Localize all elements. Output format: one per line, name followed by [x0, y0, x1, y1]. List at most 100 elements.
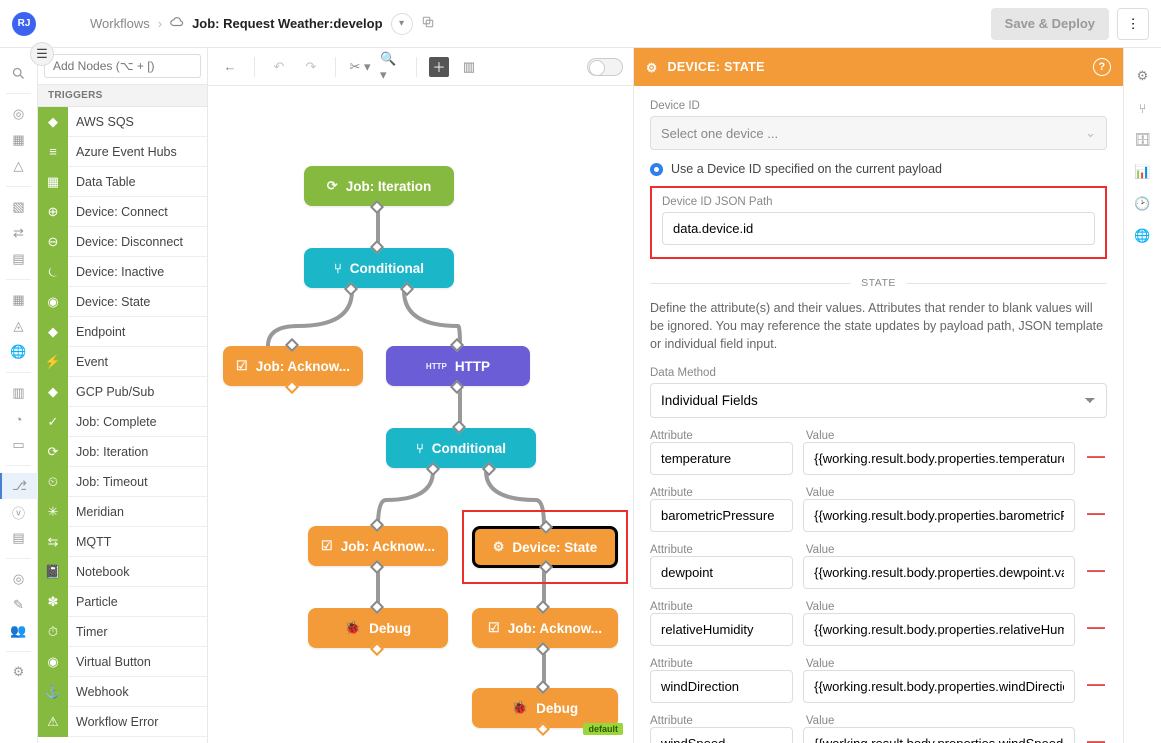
node-conditional-1[interactable]: ⑂Conditional — [304, 248, 454, 288]
rail-table-icon[interactable]: ▦ — [0, 287, 38, 313]
attr-col-header: Attribute — [650, 544, 796, 556]
json-path-input[interactable] — [662, 212, 1095, 245]
rail-workflow-icon[interactable]: ⎇ — [0, 473, 38, 499]
collapse-sidebar-button[interactable]: ☰ — [30, 42, 54, 66]
trigger-item[interactable]: ⊕Device: Connect — [38, 197, 207, 227]
rail-explore-icon[interactable]: ◬ — [0, 313, 38, 339]
node-job-ack-2[interactable]: ☑Job: Acknow... — [308, 526, 448, 566]
trigger-item[interactable]: ⚠Workflow Error — [38, 707, 207, 737]
trigger-item[interactable]: ◆GCP Pub/Sub — [38, 377, 207, 407]
node-debug-2[interactable]: 🐞Debug — [472, 688, 618, 728]
data-method-select[interactable]: Individual Fields — [650, 383, 1107, 418]
attribute-input[interactable] — [650, 670, 793, 703]
value-input[interactable] — [803, 499, 1075, 532]
redo-icon[interactable]: ↷ — [299, 55, 323, 79]
attribute-input[interactable] — [650, 613, 793, 646]
back-icon[interactable]: ← — [218, 55, 242, 79]
save-deploy-button[interactable]: Save & Deploy — [991, 8, 1109, 40]
rail-flow-icon[interactable]: ⇄ — [0, 220, 38, 246]
device-id-select[interactable]: Select one device ... ⌄ — [650, 116, 1107, 150]
git-branch-icon[interactable]: ⑂ — [1124, 92, 1161, 124]
database-icon[interactable]: 🗄 — [1124, 124, 1161, 156]
rail-components-icon[interactable]: ▦ — [0, 127, 38, 153]
remove-row-button[interactable]: — — [1085, 617, 1107, 646]
rail-calc-icon[interactable]: ▥ — [0, 380, 38, 406]
value-input[interactable] — [803, 727, 1075, 743]
remove-row-button[interactable]: — — [1085, 503, 1107, 532]
trigger-item[interactable]: ◉Device: State — [38, 287, 207, 317]
trigger-item[interactable]: ⊖Device: Disconnect — [38, 227, 207, 257]
trigger-item[interactable]: ≡Azure Event Hubs — [38, 137, 207, 167]
value-input[interactable] — [803, 556, 1075, 589]
rail-cpu-icon[interactable]: ▧ — [0, 194, 38, 220]
add-nodes-input[interactable] — [44, 54, 201, 78]
remove-row-button[interactable]: — — [1085, 731, 1107, 743]
trigger-item[interactable]: 📓Notebook — [38, 557, 207, 587]
branch-dropdown[interactable]: ▾ — [391, 13, 413, 35]
trigger-item[interactable]: ◆Endpoint — [38, 317, 207, 347]
attr-col-header: Attribute — [650, 487, 796, 499]
attribute-input[interactable] — [650, 727, 793, 743]
user-avatar[interactable]: RJ — [12, 12, 36, 36]
breadcrumb-root[interactable]: Workflows — [90, 16, 150, 31]
trigger-item[interactable]: ✽Particle — [38, 587, 207, 617]
trigger-item[interactable]: ◆AWS SQS — [38, 107, 207, 137]
undo-icon[interactable]: ↶ — [267, 55, 291, 79]
value-input[interactable] — [803, 442, 1075, 475]
attribute-input[interactable] — [650, 499, 793, 532]
attribute-input[interactable] — [650, 442, 793, 475]
cut-icon[interactable]: ✂ ▾ — [348, 55, 372, 79]
value-input[interactable] — [803, 670, 1075, 703]
minimap-icon[interactable]: ▥ — [457, 55, 481, 79]
branch-icon: ⑂ — [416, 441, 424, 456]
node-job-ack-1[interactable]: ☑Job: Acknow... — [223, 346, 363, 386]
node-job-iteration[interactable]: ⟳Job: Iteration — [304, 166, 454, 206]
node-device-state[interactable]: ⚙Device: State — [472, 526, 618, 568]
settings-icon[interactable]: ⚙ — [1124, 60, 1161, 92]
help-icon[interactable]: ? — [1093, 58, 1111, 76]
node-conditional-2[interactable]: ⑂Conditional — [386, 428, 536, 468]
trigger-item[interactable]: ⟳Job: Iteration — [38, 437, 207, 467]
rail-layers-icon[interactable]: ▤ — [0, 246, 38, 272]
rail-lab-icon[interactable]: ◎ — [0, 566, 38, 592]
trigger-item[interactable]: ✓Job: Complete — [38, 407, 207, 437]
rail-notebook-icon[interactable]: ▭ — [0, 432, 38, 458]
rail-settings-icon[interactable]: ⚙ — [0, 659, 38, 685]
use-payload-radio[interactable]: Use a Device ID specified on the current… — [650, 162, 1107, 176]
rail-storage-icon[interactable]: ▤ — [0, 525, 38, 551]
rail-version-icon[interactable]: ⓥ — [0, 499, 38, 525]
rail-wand-icon[interactable]: ✎ — [0, 592, 38, 618]
trigger-item[interactable]: ⏾Device: Inactive — [38, 257, 207, 287]
trigger-item[interactable]: ▦Data Table — [38, 167, 207, 197]
clock-icon[interactable]: 🕑 — [1124, 188, 1161, 220]
toggle-switch[interactable] — [587, 58, 623, 76]
node-http[interactable]: HTTPHTTP — [386, 346, 530, 386]
globe-icon[interactable]: 🌐 — [1124, 220, 1161, 252]
rail-globe-icon[interactable]: 🌐 — [0, 339, 38, 365]
node-debug-1[interactable]: 🐞Debug — [308, 608, 448, 648]
trigger-item[interactable]: ⚓Webhook — [38, 677, 207, 707]
remove-row-button[interactable]: — — [1085, 446, 1107, 475]
rail-alert-icon[interactable]: △ — [0, 153, 38, 179]
trigger-item[interactable]: ⚡Event — [38, 347, 207, 377]
copy-icon[interactable] — [421, 15, 435, 32]
rail-users-icon[interactable]: 👥 — [0, 618, 38, 644]
trigger-item[interactable]: ⏱Timer — [38, 617, 207, 647]
attribute-input[interactable] — [650, 556, 793, 589]
trigger-item[interactable]: ◉Virtual Button — [38, 647, 207, 677]
rail-gauge-icon[interactable]: ◎ — [0, 101, 38, 127]
zoom-icon[interactable]: 🔍 ▾ — [380, 55, 404, 79]
search-icon[interactable] — [0, 60, 38, 86]
value-input[interactable] — [803, 613, 1075, 646]
rail-compass-icon[interactable]: ◔ — [0, 406, 38, 432]
remove-row-button[interactable]: — — [1085, 674, 1107, 703]
trigger-item[interactable]: ⏲Job: Timeout — [38, 467, 207, 497]
remove-row-button[interactable]: — — [1085, 560, 1107, 589]
workflow-canvas[interactable]: ⟳Job: Iteration ⑂Conditional ☑Job: Ackno… — [208, 86, 633, 743]
add-icon[interactable]: ＋ — [429, 57, 449, 77]
trigger-item[interactable]: ⇆MQTT — [38, 527, 207, 557]
metrics-icon[interactable]: 📊 — [1124, 156, 1161, 188]
trigger-item[interactable]: ✳Meridian — [38, 497, 207, 527]
more-button[interactable]: ⋮ — [1117, 8, 1149, 40]
node-job-ack-3[interactable]: ☑Job: Acknow... — [472, 608, 618, 648]
